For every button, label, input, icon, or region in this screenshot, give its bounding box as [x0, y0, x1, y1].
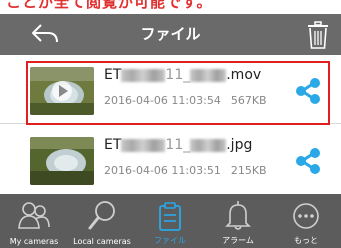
tab-label: アラーム — [222, 236, 254, 245]
bottom-tab-bar: My cameras Local cameras ファイル アラーム もっと — [0, 194, 341, 248]
cameras-icon — [18, 202, 50, 229]
tab-label: Local cameras — [73, 237, 131, 246]
tab-local-cameras[interactable]: Local cameras — [68, 194, 136, 248]
tab-alarm[interactable]: アラーム — [204, 194, 272, 248]
image-thumbnail-image — [30, 137, 94, 185]
file-datetime: 2016-04-06 11:03:54 — [104, 94, 221, 107]
tab-more[interactable]: もっと — [272, 194, 340, 248]
file-size: 567KB — [230, 94, 267, 107]
top-navigation-bar: ファイル — [0, 14, 341, 55]
tab-my-cameras[interactable]: My cameras — [0, 194, 68, 248]
file-size: 215KB — [230, 164, 267, 177]
file-meta: 2016-04-06 11:03:54 567KB — [104, 94, 267, 107]
search-icon — [88, 201, 115, 230]
more-icon — [293, 203, 319, 229]
file-datetime: 2016-04-06 11:03:51 — [104, 164, 221, 177]
image-thumbnail[interactable] — [30, 137, 94, 185]
video-thumbnail[interactable] — [30, 67, 94, 115]
clipboard-icon — [159, 202, 181, 231]
bell-icon — [225, 201, 251, 230]
video-thumbnail-image — [30, 67, 94, 115]
tab-label: ファイル — [154, 236, 186, 245]
share-icon — [296, 148, 320, 174]
tab-label: My cameras — [9, 237, 59, 246]
trash-icon — [308, 21, 328, 49]
row-divider — [0, 123, 341, 124]
page-caption: ことが全て閲覧が可能です。 — [6, 0, 213, 11]
file-list: ET 11_ .mov 2016-04-06 11:03:54 567KB ET… — [0, 55, 341, 194]
delete-button[interactable] — [306, 20, 330, 50]
share-button[interactable] — [294, 77, 322, 105]
share-button[interactable] — [294, 147, 322, 175]
file-name: ET 11_ .mov — [104, 67, 262, 83]
tab-label: もっと — [294, 236, 318, 245]
tab-files[interactable]: ファイル — [136, 194, 204, 248]
file-list-item[interactable]: ET 11_ .mov 2016-04-06 11:03:54 567KB — [0, 55, 341, 124]
page-title: ファイル — [140, 25, 201, 43]
file-name: ET 11_ .jpg — [104, 137, 253, 153]
file-meta: 2016-04-06 11:03:51 215KB — [104, 164, 267, 177]
file-list-item[interactable]: ET 11_ .jpg 2016-04-06 11:03:51 215KB — [0, 125, 341, 193]
share-icon — [296, 78, 320, 104]
